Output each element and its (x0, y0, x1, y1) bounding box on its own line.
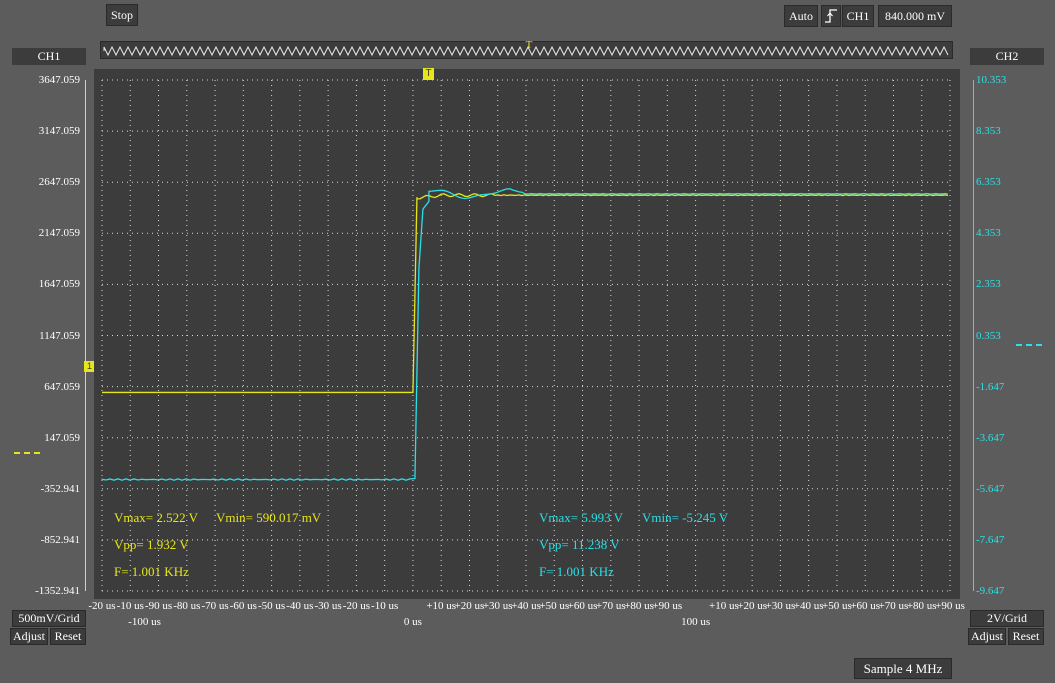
ch1-reset-button[interactable]: Reset (50, 628, 86, 645)
ch1-axis-tick-label: 1147.059 (39, 329, 80, 342)
ch2-vmin: Vmin= -5.245 V (642, 510, 729, 525)
oscilloscope-screen[interactable]: Vmax= 2.522 V Vmin= 590.017 mV Vpp= 1.93… (94, 69, 960, 599)
ch1-axis-tick-label: -852.941 (40, 533, 80, 546)
ch1-trigger-level-marker[interactable] (14, 452, 40, 454)
ch2-axis-tick-label: -1.647 (976, 380, 1005, 393)
ch2-axis-tick-label: 6.353 (976, 176, 1001, 189)
ch1-vmax: Vmax= 2.522 V (114, 510, 199, 525)
ch2-axis-line (973, 80, 974, 591)
ch1-axis-tick-label: 647.059 (44, 380, 80, 393)
ch2-axis-tick-label: 10.353 (976, 74, 1007, 86)
ch2-label[interactable]: CH2 (970, 48, 1044, 65)
trigger-channel-button[interactable]: CH1 (842, 5, 874, 27)
ch2-axis-tick-label: 2.353 (976, 278, 1001, 291)
ch2-trigger-level-marker[interactable] (1016, 344, 1042, 346)
time-tick-label: -10 us (371, 600, 399, 612)
time-tick-label: +20 us (454, 600, 485, 612)
ch2-axis-tick-label: -7.647 (976, 533, 1005, 546)
time-tick-label: -20 us (88, 600, 116, 612)
time-tick-label: -30 us (314, 600, 342, 612)
time-tick-label: +30 us (482, 600, 513, 612)
ch2-vmax: Vmax= 5.993 V (539, 510, 624, 525)
ch2-axis-tick-label: -9.647 (976, 585, 1005, 597)
time-axis: -20 us -10 us -90 us -80 us -70 us -60 us -50 … (0, 600, 1055, 630)
ch1-axis-tick-label: 2647.059 (38, 176, 80, 189)
time-tick-label: -20 us (342, 600, 370, 612)
trigger-mode-auto-button[interactable]: Auto (784, 5, 818, 27)
time-tick-label: +50 us (822, 600, 852, 612)
ch1-axis-tick-label: 147.059 (44, 431, 80, 444)
ch1-axis-tick-label: 3647.059 (38, 74, 80, 86)
stop-button[interactable]: Stop (106, 4, 138, 26)
time-tick-label: +80 us (906, 600, 937, 612)
ch2-reset-button[interactable]: Reset (1008, 628, 1044, 645)
overview-trigger-marker[interactable]: T (524, 40, 534, 58)
ch1-axis-tick-label: 2147.059 (38, 227, 80, 240)
ch1-axis-tick-label: 1647.059 (38, 278, 80, 291)
ch2-axis-tick-label: -5.647 (976, 482, 1005, 495)
time-major-label: 0 us (403, 616, 422, 628)
time-tick-label: -50 us (257, 600, 286, 612)
time-tick-label: -90 us (144, 600, 173, 612)
time-tick-label: +40 us (511, 600, 541, 612)
time-tick-label: +40 us (793, 600, 824, 612)
time-major-label: -100 us (128, 616, 161, 628)
time-tick-label: +10 us (426, 600, 457, 612)
time-tick-label: -70 us (201, 600, 229, 612)
time-tick-label: -60 us (229, 600, 257, 612)
ch1-axis-line (85, 80, 86, 591)
ch1-frequency: F= 1.001 KHz (114, 564, 189, 579)
ch2-axis-tick-label: 0.353 (976, 329, 1001, 342)
ch2-axis-tick-label: -3.647 (976, 431, 1005, 444)
ch1-vpp: Vpp= 1.932 V (114, 537, 189, 552)
time-tick-label: +10 us (708, 600, 739, 612)
sample-rate-display[interactable]: Sample 4 MHz (854, 658, 952, 679)
ch1-vmin: Vmin= 590.017 mV (216, 510, 322, 525)
ch1-label[interactable]: CH1 (12, 48, 86, 65)
ch1-axis-tick-label: -1352.941 (35, 585, 80, 597)
waveform-overview-bar[interactable]: T (100, 40, 953, 59)
ch1-adjust-button[interactable]: Adjust (10, 628, 48, 645)
time-tick-label: +80 us (624, 600, 654, 612)
time-tick-label: +60 us (850, 600, 881, 612)
time-tick-label: -40 us (286, 600, 314, 612)
time-tick-label: +30 us (765, 600, 796, 612)
ch1-axis-tick-label: 3147.059 (38, 125, 80, 138)
ch2-axis-tick-label: 4.353 (976, 227, 1001, 240)
trigger-level-display[interactable]: 840.000 mV (878, 5, 952, 27)
time-tick-label: +60 us (567, 600, 598, 612)
time-tick-label: -10 us (116, 600, 144, 612)
time-tick-label: +20 us (737, 600, 767, 612)
time-tick-label: +70 us (878, 600, 909, 612)
ch2-axis-tick-label: 8.353 (976, 125, 1001, 138)
ch2-axis-panel: 10.353 8.353 6.353 4.353 2.353 0.353 -1.647 -3.… (960, 69, 1050, 599)
trigger-position-marker[interactable]: T (423, 68, 434, 80)
ch2-frequency: F= 1.001 KHz (539, 564, 614, 579)
ch1-axis-tick-label: -352.941 (40, 482, 80, 495)
ch2-adjust-button[interactable]: Adjust (968, 628, 1006, 645)
time-major-label: 100 us (681, 616, 711, 628)
time-tick-label: +50 us (539, 600, 570, 612)
time-tick-label: +90 us (935, 600, 965, 612)
time-tick-label: +90 us (652, 600, 683, 612)
time-tick-label: +70 us (595, 600, 626, 612)
ch1-axis-panel: 3647.059 3147.059 2647.059 2147.059 1647.059… (10, 69, 94, 599)
time-tick-label: -80 us (173, 600, 201, 612)
rising-edge-icon[interactable] (821, 5, 841, 27)
ch2-vpp: Vpp= 11.238 V (539, 537, 620, 552)
